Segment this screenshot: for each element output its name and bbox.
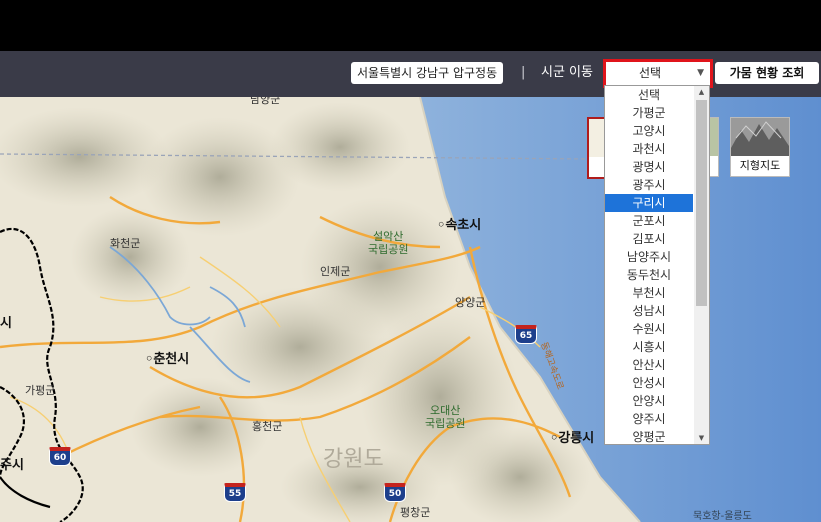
highway-65-shield: 65 (515, 325, 537, 344)
map-label-pyeongchang: 평창군 (400, 506, 431, 519)
dropdown-option[interactable]: 양평군 (605, 428, 693, 444)
dropdown-option[interactable]: 동두천시 (605, 266, 693, 284)
map-label-odaesan: 오대산 국립공원 (425, 404, 466, 430)
top-black-bar (0, 0, 821, 51)
dropdown-option[interactable]: 과천시 (605, 140, 693, 158)
dropdown-option[interactable]: 양주시 (605, 410, 693, 428)
dropdown-option[interactable]: 광명시 (605, 158, 693, 176)
map-label-inje: 인제군 (320, 265, 351, 278)
sokcho-text: 속초시 (445, 218, 482, 233)
toolbar-separator: | (521, 65, 526, 80)
map-label-gangneung: ◦강릉시 (550, 431, 595, 446)
dropdown-option[interactable]: 수원시 (605, 320, 693, 338)
drought-status-button[interactable]: 가뭄 현황 조회 (715, 62, 819, 84)
dropdown-option[interactable]: 부천시 (605, 284, 693, 302)
dropdown-option[interactable]: 구리시 (605, 194, 693, 212)
map-label-sokcho: ◦속초시 (437, 218, 482, 233)
map-label-yangyang: 양양군 (455, 296, 486, 309)
sigun-dropdown-list[interactable]: 선택 가평군 고양시 과천시 광명시 광주시 구리시 군포시 김포시 남양주시 동두천시 부천시 성남시… (604, 85, 710, 445)
map-label-seorak: 설악산 국립공원 (368, 230, 409, 256)
dropdown-option[interactable]: 군포시 (605, 212, 693, 230)
terrain-thumbnail-icon (731, 118, 789, 156)
chevron-down-icon: ▼ (697, 68, 704, 78)
chuncheon-text: 춘천시 (153, 352, 190, 367)
dropdown-option[interactable]: 시흥시 (605, 338, 693, 356)
dropdown-option[interactable]: 광주시 (605, 176, 693, 194)
map-label-gapyeong: 가평군 (25, 384, 56, 397)
map-label-hwacheon: 화천군 (110, 237, 141, 250)
dropdown-option[interactable]: 남양주시 (605, 248, 693, 266)
highway-50-shield: 50 (384, 483, 406, 502)
sigun-select[interactable]: 선택 ▼ (603, 59, 713, 88)
map-label-top: 남양군 (250, 97, 281, 106)
map-type-terrain[interactable]: 지형지도 (730, 117, 790, 177)
highway-55-shield: 55 (224, 483, 246, 502)
scrollbar-thumb[interactable] (696, 100, 707, 306)
scroll-down-icon[interactable]: ▼ (694, 432, 709, 444)
dropdown-option[interactable]: 성남시 (605, 302, 693, 320)
dropdown-option[interactable]: 선택 (605, 86, 693, 104)
dropdown-scrollbar[interactable]: ▲ ▼ (694, 86, 709, 444)
dropdown-option[interactable]: 안산시 (605, 356, 693, 374)
map-label-hongcheon: 홍천군 (252, 420, 283, 433)
map-label-left-edge2: 주시 (0, 458, 24, 473)
map-type-terrain-label: 지형지도 (731, 156, 789, 176)
highway-60-shield: 60 (49, 447, 71, 466)
dropdown-option[interactable]: 안양시 (605, 392, 693, 410)
map-label-left-edge1: 시 (0, 316, 12, 331)
map-label-mukho: 묵호항-울릉도 (693, 511, 752, 522)
dropdown-option[interactable]: 김포시 (605, 230, 693, 248)
current-location-chip[interactable]: 서울특별시 강남구 압구정동 (351, 62, 504, 84)
map-label-gangwondo: 강원도 (323, 447, 384, 472)
gangneung-text: 강릉시 (558, 431, 595, 446)
dropdown-option[interactable]: 가평군 (605, 104, 693, 122)
dropdown-option[interactable]: 안성시 (605, 374, 693, 392)
sigun-move-label: 시군 이동 (541, 65, 593, 80)
sigun-select-value: 선택 (638, 66, 662, 80)
scroll-up-icon[interactable]: ▲ (694, 86, 709, 98)
map-label-chuncheon: ◦춘천시 (145, 352, 190, 367)
dropdown-option[interactable]: 고양시 (605, 122, 693, 140)
